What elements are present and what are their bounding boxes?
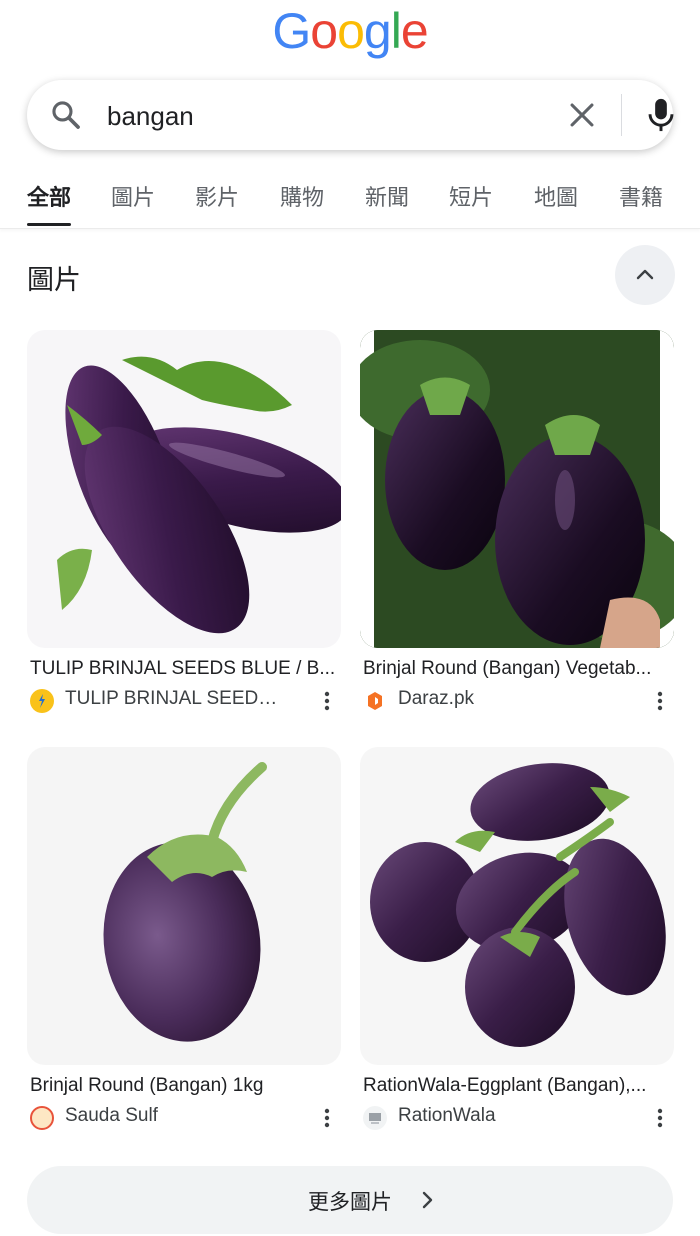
search-tabs: 全部 圖片 影片 購物 新聞 短片 地圖 書籍 (0, 172, 700, 229)
image-result-card[interactable]: Brinjal Round (Bangan) 1kg Sauda Sulf (27, 747, 341, 1131)
more-options-icon[interactable] (323, 1107, 331, 1129)
images-section-title: 圖片 (27, 265, 81, 295)
result-source-name: TULIP BRINJAL SEEDS... (65, 688, 285, 709)
logo-letter: e (400, 3, 429, 59)
logo-letter: l (390, 3, 402, 59)
search-input[interactable] (105, 94, 529, 138)
search-icon[interactable] (49, 98, 83, 132)
tab-books[interactable]: 書籍 (619, 180, 663, 212)
tab-news[interactable]: 新聞 (365, 180, 409, 212)
clear-icon[interactable] (565, 98, 599, 132)
image-result-card[interactable]: Brinjal Round (Bangan) Vegetab... Daraz.… (360, 330, 674, 714)
result-title[interactable]: TULIP BRINJAL SEEDS BLUE / B... (30, 658, 338, 680)
daraz-favicon (363, 689, 387, 713)
search-box[interactable] (27, 80, 674, 150)
tab-all[interactable]: 全部 (27, 180, 72, 226)
collapse-button[interactable] (615, 245, 675, 305)
eggplant-thumbnail[interactable] (27, 330, 341, 648)
search-divider (621, 94, 622, 136)
microphone-icon[interactable] (643, 96, 679, 134)
tab-videos[interactable]: 影片 (195, 180, 239, 212)
tab-shopping[interactable]: 購物 (280, 180, 324, 212)
chevron-up-icon (636, 269, 654, 280)
tab-maps[interactable]: 地圖 (534, 180, 578, 212)
result-source[interactable]: TULIP BRINJAL SEEDS... (27, 688, 341, 714)
sauda-sulf-favicon (30, 1106, 54, 1130)
more-options-icon[interactable] (656, 1107, 664, 1129)
google-logo[interactable]: Google (0, 4, 700, 58)
result-source-name: Sauda Sulf (65, 1105, 158, 1126)
logo-letter: G (272, 3, 311, 59)
result-title[interactable]: Brinjal Round (Bangan) 1kg (30, 1075, 338, 1097)
result-source[interactable]: Daraz.pk (360, 688, 674, 714)
result-source-name: RationWala (398, 1105, 496, 1126)
result-source-name: Daraz.pk (398, 688, 475, 709)
rationwala-favicon (363, 1106, 387, 1130)
logo-letter: o (337, 3, 365, 59)
image-result-card[interactable]: TULIP BRINJAL SEEDS BLUE / B... TULIP BR… (27, 330, 341, 714)
image-result-card[interactable]: RationWala-Eggplant (Bangan),... RationW… (360, 747, 674, 1131)
tab-short-videos[interactable]: 短片 (449, 180, 493, 212)
result-title[interactable]: RationWala-Eggplant (Bangan),... (363, 1075, 671, 1097)
result-source[interactable]: RationWala (360, 1105, 674, 1131)
chevron-right-icon (422, 1191, 433, 1209)
result-title[interactable]: Brinjal Round (Bangan) Vegetab... (363, 658, 671, 680)
logo-letter: g (363, 3, 392, 59)
eggplant-thumbnail[interactable] (27, 747, 341, 1065)
more-options-icon[interactable] (323, 690, 331, 712)
result-source[interactable]: Sauda Sulf (27, 1105, 341, 1131)
tab-images[interactable]: 圖片 (111, 180, 155, 212)
more-images-label: 更多圖片 (308, 1191, 392, 1214)
more-options-icon[interactable] (656, 690, 664, 712)
flipkart-favicon (30, 689, 54, 713)
logo-letter: o (310, 3, 338, 59)
more-images-button[interactable]: 更多圖片 (27, 1166, 673, 1234)
eggplant-thumbnail[interactable] (360, 747, 674, 1065)
eggplant-thumbnail[interactable] (360, 330, 674, 648)
